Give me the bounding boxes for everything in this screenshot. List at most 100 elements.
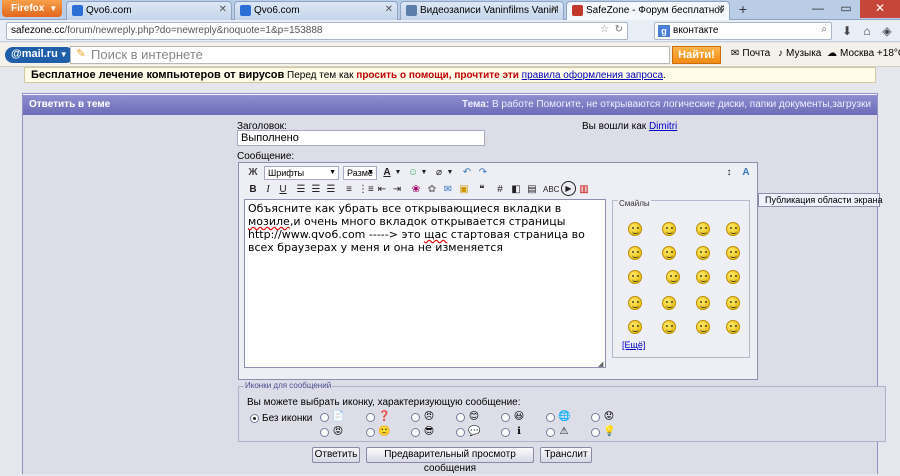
smiley-icon[interactable] [662, 246, 676, 260]
rules-link[interactable]: правила оформления запроса [522, 70, 663, 81]
bold-icon[interactable]: B [247, 183, 259, 197]
music-link[interactable]: ♪ Музыка [778, 48, 821, 59]
video-icon[interactable]: ▶ [561, 181, 576, 196]
font-select[interactable]: Шрифты ▼ [264, 166, 339, 180]
new-tab-button[interactable]: + [734, 2, 752, 18]
find-button[interactable]: Найти! [672, 46, 721, 64]
quote-icon[interactable]: ❝ [476, 183, 488, 197]
more-smilies-link[interactable]: [Ещё] [622, 340, 645, 350]
smiley-icon[interactable] [696, 320, 710, 334]
smiley-insert-icon[interactable]: ☺ [406, 166, 420, 180]
smiley-icon[interactable] [696, 270, 710, 284]
post-icon-radio[interactable] [320, 428, 329, 437]
mail-link[interactable]: ✉ Почта [731, 48, 770, 59]
reload-icon[interactable]: ↻ [615, 24, 623, 35]
undo-icon[interactable]: ↶ [460, 166, 474, 180]
subject-input[interactable]: Выполнено [237, 130, 485, 146]
switch-editor-mode-icon[interactable]: A [739, 166, 753, 180]
no-icon-radio[interactable] [250, 414, 259, 423]
textarea-resize-handle[interactable]: ◢ [598, 360, 608, 368]
weather-link[interactable]: ☁ Москва +18°C [827, 48, 900, 59]
underline-icon[interactable]: U [277, 183, 289, 197]
bullet-list-icon[interactable]: ⋮≡ [358, 183, 374, 197]
browser-tab-2[interactable]: Qvo6.com ✕ [234, 1, 398, 20]
indent-icon[interactable]: ⇥ [391, 183, 403, 197]
minimize-button[interactable]: — [804, 0, 832, 18]
smiley-icon[interactable] [726, 222, 740, 236]
align-right-icon[interactable]: ☰ [325, 183, 337, 197]
smiley-icon[interactable] [726, 320, 740, 334]
smiley-icon[interactable] [666, 270, 680, 284]
smiley-icon[interactable] [662, 296, 676, 310]
smiley-icon[interactable] [696, 246, 710, 260]
close-icon[interactable]: ✕ [717, 4, 725, 15]
resize-icon[interactable]: ↕ [723, 166, 735, 180]
align-center-icon[interactable]: ☰ [310, 183, 322, 197]
attach-icon[interactable]: ⌀ [432, 166, 446, 180]
smiley-icon[interactable] [628, 246, 642, 260]
browser-search-input[interactable]: g вконтакте ⌕ [654, 22, 832, 40]
post-icon-radio[interactable] [546, 413, 555, 422]
translit-button[interactable]: Транслит [540, 447, 592, 463]
size-select[interactable]: Разме ▼ [343, 166, 377, 180]
email-icon[interactable]: ✉ [442, 183, 454, 197]
screen-publish-tooltip[interactable]: Публикация области экрана [758, 193, 882, 207]
html-icon[interactable]: ◧ [510, 183, 522, 197]
php-icon[interactable]: ▤ [526, 183, 538, 197]
post-icon-radio[interactable] [456, 428, 465, 437]
post-icon-radio[interactable] [411, 413, 420, 422]
addon-icon[interactable]: ◈ [878, 22, 896, 40]
chevron-down-icon[interactable]: ▼ [446, 166, 454, 180]
italic-icon[interactable]: I [262, 183, 274, 197]
smiley-icon[interactable] [726, 270, 740, 284]
mailru-logo[interactable]: @mail.ru ▼ [5, 47, 74, 63]
bookmark-star-icon[interactable]: ☆ [600, 24, 609, 35]
post-icon-radio[interactable] [546, 428, 555, 437]
close-window-button[interactable]: ✕ [860, 0, 900, 18]
username-link[interactable]: Dimitri [649, 121, 677, 132]
chevron-down-icon[interactable]: ▼ [394, 166, 402, 180]
smiley-icon[interactable] [628, 270, 642, 284]
smiley-icon[interactable] [696, 222, 710, 236]
search-icon[interactable]: ⌕ [821, 24, 827, 35]
align-left-icon[interactable]: ☰ [295, 183, 307, 197]
mailru-search-input[interactable]: ✎ Поиск в интернете [70, 46, 670, 64]
post-icon-radio[interactable] [591, 413, 600, 422]
post-icon-radio[interactable] [366, 413, 375, 422]
smiley-icon[interactable] [662, 222, 676, 236]
remove-format-icon[interactable]: Ж [246, 166, 260, 180]
browser-tab-3[interactable]: Видеозаписи Vaninfilms Vaninfilms | ...✕ [400, 1, 564, 20]
post-icon-radio[interactable] [456, 413, 465, 422]
maximize-button[interactable]: ▭ [832, 0, 860, 18]
post-icon-radio[interactable] [501, 428, 510, 437]
unlink-icon[interactable]: ✿ [426, 183, 438, 197]
post-icon-radio[interactable] [366, 428, 375, 437]
outdent-icon[interactable]: ⇤ [376, 183, 388, 197]
preview-button[interactable]: Предварительный просмотр сообщения [366, 447, 534, 474]
smiley-icon[interactable] [628, 296, 642, 310]
browser-tab-1[interactable]: Qvo6.com ✕ [66, 1, 232, 20]
close-icon[interactable]: ✕ [551, 4, 559, 15]
smiley-icon[interactable] [726, 296, 740, 310]
smiley-icon[interactable] [696, 296, 710, 310]
link-icon[interactable]: ❀ [410, 183, 422, 197]
chevron-down-icon[interactable]: ▼ [420, 166, 428, 180]
firefox-menu-button[interactable]: Firefox ▼ [2, 0, 62, 17]
message-textarea[interactable]: Объясните как убрать все открывающиеся в… [244, 199, 606, 368]
spoiler-icon[interactable]: ▥ [578, 183, 590, 197]
close-icon[interactable]: ✕ [219, 4, 227, 15]
image-icon[interactable]: ▣ [458, 183, 470, 197]
text-color-icon[interactable]: A [380, 166, 394, 180]
post-icon-radio[interactable] [320, 413, 329, 422]
search-engine-icon[interactable]: g [658, 25, 670, 37]
smiley-icon[interactable] [662, 320, 676, 334]
close-icon[interactable]: ✕ [385, 4, 393, 15]
post-icon-radio[interactable] [501, 413, 510, 422]
browser-tab-4-active[interactable]: SafeZone - Форум бесплатной пом...✕ [566, 1, 730, 20]
url-bar[interactable]: safezone.cc/forum/newreply.php?do=newrep… [6, 22, 628, 40]
download-icon[interactable]: ⬇ [838, 22, 856, 40]
spellcheck-icon[interactable]: ABC [543, 183, 559, 197]
ordered-list-icon[interactable]: ≡ [343, 183, 355, 197]
submit-reply-button[interactable]: Ответить [312, 447, 360, 463]
post-icon-radio[interactable] [411, 428, 420, 437]
